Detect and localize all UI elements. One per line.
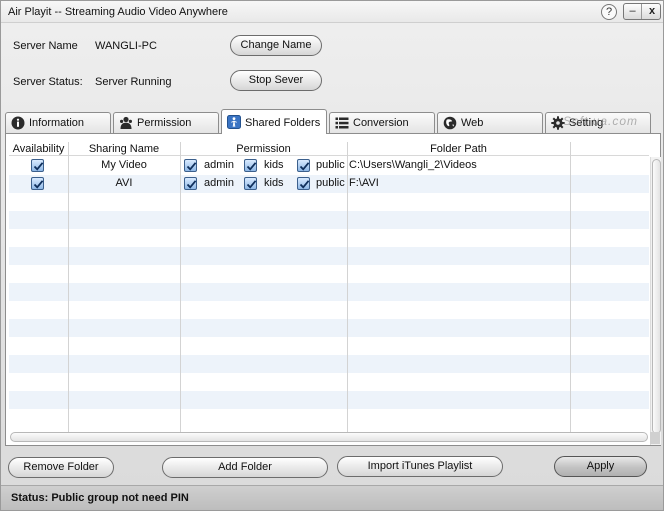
availability-checkbox[interactable]	[31, 177, 44, 190]
tab-permission-label: Permission	[137, 117, 192, 129]
tab-web-label: Web	[461, 117, 484, 129]
empty-row	[9, 265, 649, 283]
apply-button[interactable]: Apply	[554, 456, 647, 477]
permission-kids-label: kids	[264, 177, 284, 189]
empty-row	[9, 193, 649, 211]
header-availability[interactable]: Availability	[9, 143, 68, 155]
stop-server-button[interactable]: Stop Sever	[230, 70, 322, 91]
vertical-scrollbar[interactable]	[650, 157, 661, 445]
window-title: Air Playit -- Streaming Audio Video Anyw…	[8, 6, 228, 18]
close-button[interactable]: x	[643, 4, 661, 19]
change-name-button[interactable]: Change Name	[230, 35, 322, 56]
column-divider	[180, 142, 181, 432]
vertical-scroll-thumb[interactable]	[652, 159, 661, 434]
empty-row	[9, 409, 649, 427]
empty-row	[9, 355, 649, 373]
window-controls: – x	[623, 3, 661, 20]
header-sharing-name[interactable]: Sharing Name	[68, 143, 180, 155]
folder-path: F:\AVI	[349, 177, 379, 189]
scrollbar-corner	[650, 432, 660, 444]
permission-public-label: public	[316, 177, 345, 189]
permission-admin-checkbox[interactable]	[184, 159, 197, 172]
header-permission[interactable]: Permission	[180, 143, 347, 155]
shared-folders-panel: Availability Sharing Name Permission Fol…	[5, 133, 661, 446]
tab-information-label: Information	[29, 117, 85, 129]
globe-icon	[443, 116, 457, 130]
watermark: Soft.ua.com	[563, 114, 639, 128]
column-divider	[570, 142, 571, 432]
folder-path: C:\Users\Wangli_2\Videos	[349, 159, 477, 171]
empty-row	[9, 373, 649, 391]
availability-checkbox[interactable]	[31, 159, 44, 172]
permission-public-checkbox[interactable]	[297, 159, 310, 172]
tab-web[interactable]: Web	[437, 112, 543, 133]
tab-conversion-label: Conversion	[353, 117, 409, 129]
sharing-name: My Video	[101, 159, 147, 171]
users-icon	[119, 116, 133, 130]
tab-shared-folders-label: Shared Folders	[245, 117, 321, 129]
server-name-label: Server Name	[13, 40, 78, 52]
empty-row	[9, 319, 649, 337]
import-itunes-playlist-button[interactable]: Import iTunes Playlist	[337, 456, 503, 477]
empty-row	[9, 301, 649, 319]
app-window: Air Playit -- Streaming Audio Video Anyw…	[0, 0, 664, 511]
empty-row	[9, 337, 649, 355]
server-name-value: WANGLI-PC	[95, 40, 157, 52]
shared-folders-table: Availability Sharing Name Permission Fol…	[9, 142, 649, 432]
permission-admin-label: admin	[204, 159, 234, 171]
table-header: Availability Sharing Name Permission Fol…	[9, 142, 649, 156]
table-row[interactable]: My Video admin kids public C:\Users\Wang…	[9, 157, 649, 175]
table-body: My Video admin kids public C:\Users\Wang…	[9, 157, 649, 432]
status-text: Status: Public group not need PIN	[11, 492, 189, 504]
permission-kids-label: kids	[264, 159, 284, 171]
list-icon	[335, 116, 349, 130]
tab-permission[interactable]: Permission	[113, 112, 219, 133]
permission-kids-checkbox[interactable]	[244, 177, 257, 190]
remove-folder-button[interactable]: Remove Folder	[8, 457, 114, 478]
empty-row	[9, 247, 649, 265]
horizontal-scrollbar[interactable]	[10, 432, 648, 442]
header-folder-path[interactable]: Folder Path	[347, 143, 570, 155]
permission-public-checkbox[interactable]	[297, 177, 310, 190]
permission-admin-checkbox[interactable]	[184, 177, 197, 190]
tab-conversion[interactable]: Conversion	[329, 112, 435, 133]
title-bar[interactable]: Air Playit -- Streaming Audio Video Anyw…	[1, 1, 663, 23]
table-row[interactable]: AVI admin kids public F:\AVI	[9, 175, 649, 193]
sharing-name: AVI	[115, 177, 133, 189]
minimize-button[interactable]: –	[624, 4, 642, 19]
help-button[interactable]: ?	[601, 4, 617, 20]
empty-row	[9, 283, 649, 301]
server-status-value: Server Running	[95, 76, 172, 88]
server-status-label: Server Status:	[13, 76, 83, 88]
column-divider	[68, 142, 69, 432]
empty-row	[9, 391, 649, 409]
column-divider	[347, 142, 348, 432]
empty-row	[9, 229, 649, 247]
permission-admin-label: admin	[204, 177, 234, 189]
permission-kids-checkbox[interactable]	[244, 159, 257, 172]
permission-public-label: public	[316, 159, 345, 171]
info-icon	[11, 116, 25, 130]
empty-row	[9, 211, 649, 229]
tab-information[interactable]: Information	[5, 112, 111, 133]
tab-shared-folders[interactable]: Shared Folders	[221, 109, 327, 134]
status-bar: Status: Public group not need PIN	[1, 485, 663, 510]
add-folder-button[interactable]: Add Folder	[162, 457, 328, 478]
shared-folder-icon	[227, 115, 241, 129]
